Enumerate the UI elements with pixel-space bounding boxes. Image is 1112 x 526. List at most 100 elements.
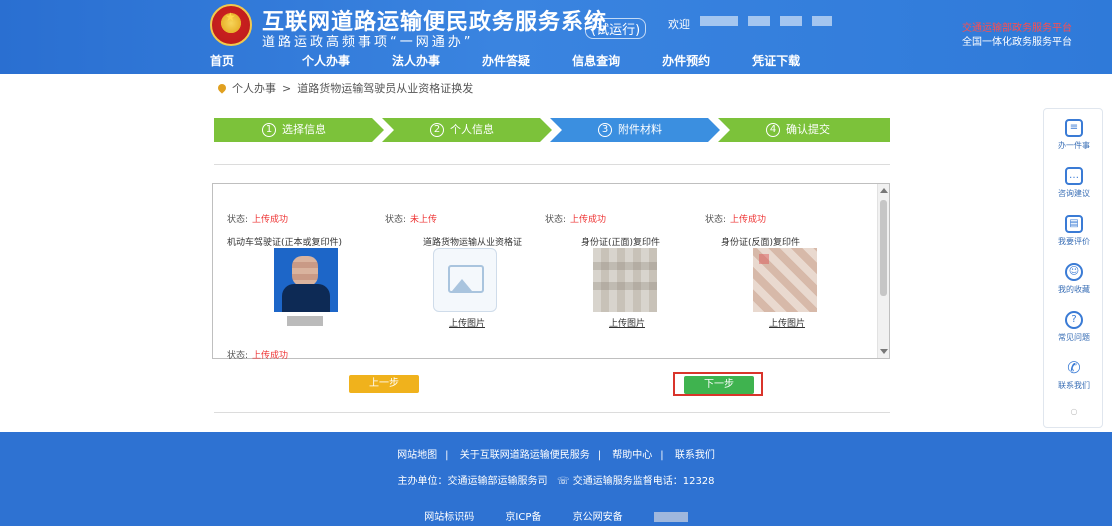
- breadcrumb: 个人办事 > 道路货物运输驾驶员从业资格证换发: [216, 80, 474, 96]
- upload-status: 状态: 上传成功: [545, 212, 695, 225]
- footer-link-contact[interactable]: 联系我们: [675, 450, 715, 461]
- upload-title: 身份证(反面)复印件: [721, 238, 801, 248]
- footer-sponsor-text: 主办单位：交通运输部运输服务司: [397, 476, 548, 487]
- step-number: 3: [598, 123, 612, 137]
- step-number: 2: [430, 123, 444, 137]
- nav-item-personal[interactable]: 个人办事: [302, 52, 350, 72]
- national-platform-link[interactable]: 全国一体化政务服务平台: [962, 36, 1072, 50]
- document-icon: ≡: [1065, 119, 1083, 137]
- status-label: 状态:: [705, 215, 727, 225]
- float-item-evaluate[interactable]: ▤ 我要评价: [1044, 215, 1104, 247]
- footer-link-help[interactable]: 帮助中心: [612, 450, 652, 461]
- location-pin-icon: [216, 82, 228, 94]
- step-number: 4: [766, 123, 780, 137]
- upload-image-link[interactable]: 上传图片: [609, 316, 645, 329]
- site-slogan: 道路运政高频事项“一网通办”: [262, 35, 474, 50]
- step-personal-info: 2 个人信息: [382, 118, 552, 142]
- step-label: 选择信息: [282, 123, 326, 136]
- logout-link-redacted[interactable]: [780, 16, 802, 26]
- upload-title: 身份证(正面)复印件: [581, 238, 661, 248]
- status-value: 上传成功: [252, 215, 289, 225]
- footer-hotline-text: 交通运输服务监督电话：12328: [572, 476, 715, 487]
- user-link-redacted[interactable]: [748, 16, 770, 26]
- upload-status: 状态: 上传成功: [227, 348, 288, 361]
- upload-item-qualification: 状态: 未上传 道路货物运输从业资格证: [385, 212, 535, 248]
- previous-step-button[interactable]: 上一步: [349, 375, 419, 393]
- nav-item-download[interactable]: 凭证下载: [752, 52, 800, 72]
- float-item-contact[interactable]: ✆ 联系我们: [1044, 359, 1104, 391]
- welcome-label: 欢迎: [668, 18, 690, 31]
- step-attachments: 3 附件材料: [550, 118, 720, 142]
- upload-status: 状态: 上传成功: [705, 212, 855, 225]
- float-item-one-thing[interactable]: ≡ 办一件事: [1044, 119, 1104, 151]
- footer-link-sitemap[interactable]: 网站地图: [397, 450, 437, 461]
- float-item-label: 我的收藏: [1058, 285, 1090, 294]
- floating-service-bar: ≡ 办一件事 … 咨询建议 ▤ 我要评价 ☺ 我的收藏 ? 常见问题 ✆ 联系我…: [1043, 108, 1103, 428]
- step-confirm: 4 确认提交: [718, 118, 890, 142]
- header-right-notice[interactable]: 交通运输部政务服务平台 全国一体化政务服务平台: [962, 22, 1072, 50]
- certificate-thumbnail[interactable]: [753, 248, 817, 312]
- float-item-label: 联系我们: [1058, 381, 1090, 390]
- upload-image-link[interactable]: 上传图片: [449, 316, 485, 329]
- status-value: 未上传: [410, 215, 438, 225]
- breadcrumb-current: 道路货物运输驾驶员从业资格证换发: [297, 82, 474, 95]
- divider: [214, 412, 890, 413]
- user-info[interactable]: 欢迎: [668, 16, 832, 32]
- upload-status: 状态: 未上传: [385, 212, 535, 225]
- footer-site-code: 网站标识码: [424, 512, 475, 523]
- nav-item-home[interactable]: 首页: [210, 52, 234, 72]
- nav-item-appointment[interactable]: 办件预约: [662, 52, 710, 72]
- scroll-down-arrow-icon[interactable]: [880, 349, 888, 354]
- breadcrumb-home[interactable]: 个人办事: [232, 80, 276, 96]
- nav-item-qa[interactable]: 办件答疑: [482, 52, 530, 72]
- footer-police-record: 京公网安备: [572, 512, 623, 523]
- status-value: 上传成功: [730, 215, 767, 225]
- upload-item-license: 状态: 上传成功 机动车驾驶证(正本或复印件): [227, 212, 377, 248]
- float-item-favorites[interactable]: ☺ 我的收藏: [1044, 263, 1104, 295]
- gov-platform-link[interactable]: 交通运输部政务服务平台: [962, 22, 1072, 36]
- extra-link-redacted[interactable]: [812, 16, 832, 26]
- doc-row: [593, 282, 657, 290]
- nav-item-corporate[interactable]: 法人办事: [392, 52, 440, 72]
- float-item-label: 咨询建议: [1058, 189, 1090, 198]
- footer-link-about[interactable]: 关于互联网道路运输便民服务: [460, 450, 590, 461]
- footer-hotline-icon: ☏: [557, 476, 570, 487]
- status-label: 状态:: [227, 215, 249, 225]
- clipboard-icon: ▤: [1065, 215, 1083, 233]
- status-label: 状态:: [227, 351, 249, 361]
- next-step-button[interactable]: 下一步: [684, 376, 754, 394]
- vertical-scrollbar[interactable]: [877, 184, 889, 358]
- upload-title: 机动车驾驶证(正本或复印件): [227, 238, 343, 248]
- status-label: 状态:: [545, 215, 567, 225]
- divider: [214, 164, 890, 165]
- footer-icp: 京ICP备: [505, 512, 542, 523]
- gov-badge-icon[interactable]: [653, 512, 688, 522]
- attachment-upload-panel[interactable]: 状态: 上传成功 机动车驾驶证(正本或复印件) 状态: 未上传 道路货物运输从业资格…: [212, 183, 890, 361]
- breadcrumb-separator: >: [282, 81, 292, 95]
- portrait-photo-thumbnail[interactable]: [274, 248, 338, 312]
- phone-icon: ✆: [1067, 358, 1081, 377]
- footer-registration: 网站标识码 京ICP备 京公网安备: [0, 508, 1112, 523]
- step-label: 附件材料: [618, 123, 662, 136]
- back-to-top-icon[interactable]: ○: [1044, 407, 1104, 416]
- doc-row: [593, 262, 657, 270]
- image-placeholder-icon[interactable]: [433, 248, 497, 312]
- scroll-up-arrow-icon[interactable]: [880, 188, 888, 193]
- nav-item-query[interactable]: 信息查询: [572, 52, 620, 72]
- national-emblem-icon: ★: [210, 4, 252, 46]
- scroll-thumb[interactable]: [880, 200, 887, 296]
- float-item-advice[interactable]: … 咨询建议: [1044, 167, 1104, 199]
- float-item-label: 我要评价: [1058, 237, 1090, 246]
- upload-item-id-back: 状态: 上传成功 身份证(反面)复印件: [705, 212, 855, 248]
- upload-status: 状态: 上传成功: [227, 212, 377, 225]
- upload-item-id-front: 状态: 上传成功 身份证(正面)复印件: [545, 212, 695, 248]
- footer-sponsor: 主办单位：交通运输部运输服务司 ☏ 交通运输服务监督电话：12328: [0, 472, 1112, 487]
- upload-image-link[interactable]: 上传图片: [769, 316, 805, 329]
- document-thumbnail[interactable]: [593, 248, 657, 312]
- float-item-faq[interactable]: ? 常见问题: [1044, 311, 1104, 343]
- status-value: 上传成功: [252, 351, 289, 361]
- trial-badge: (试运行): [585, 18, 647, 39]
- upload-caption-redacted: [287, 316, 323, 329]
- float-item-label: 常见问题: [1058, 333, 1090, 342]
- step-label: 确认提交: [786, 123, 830, 136]
